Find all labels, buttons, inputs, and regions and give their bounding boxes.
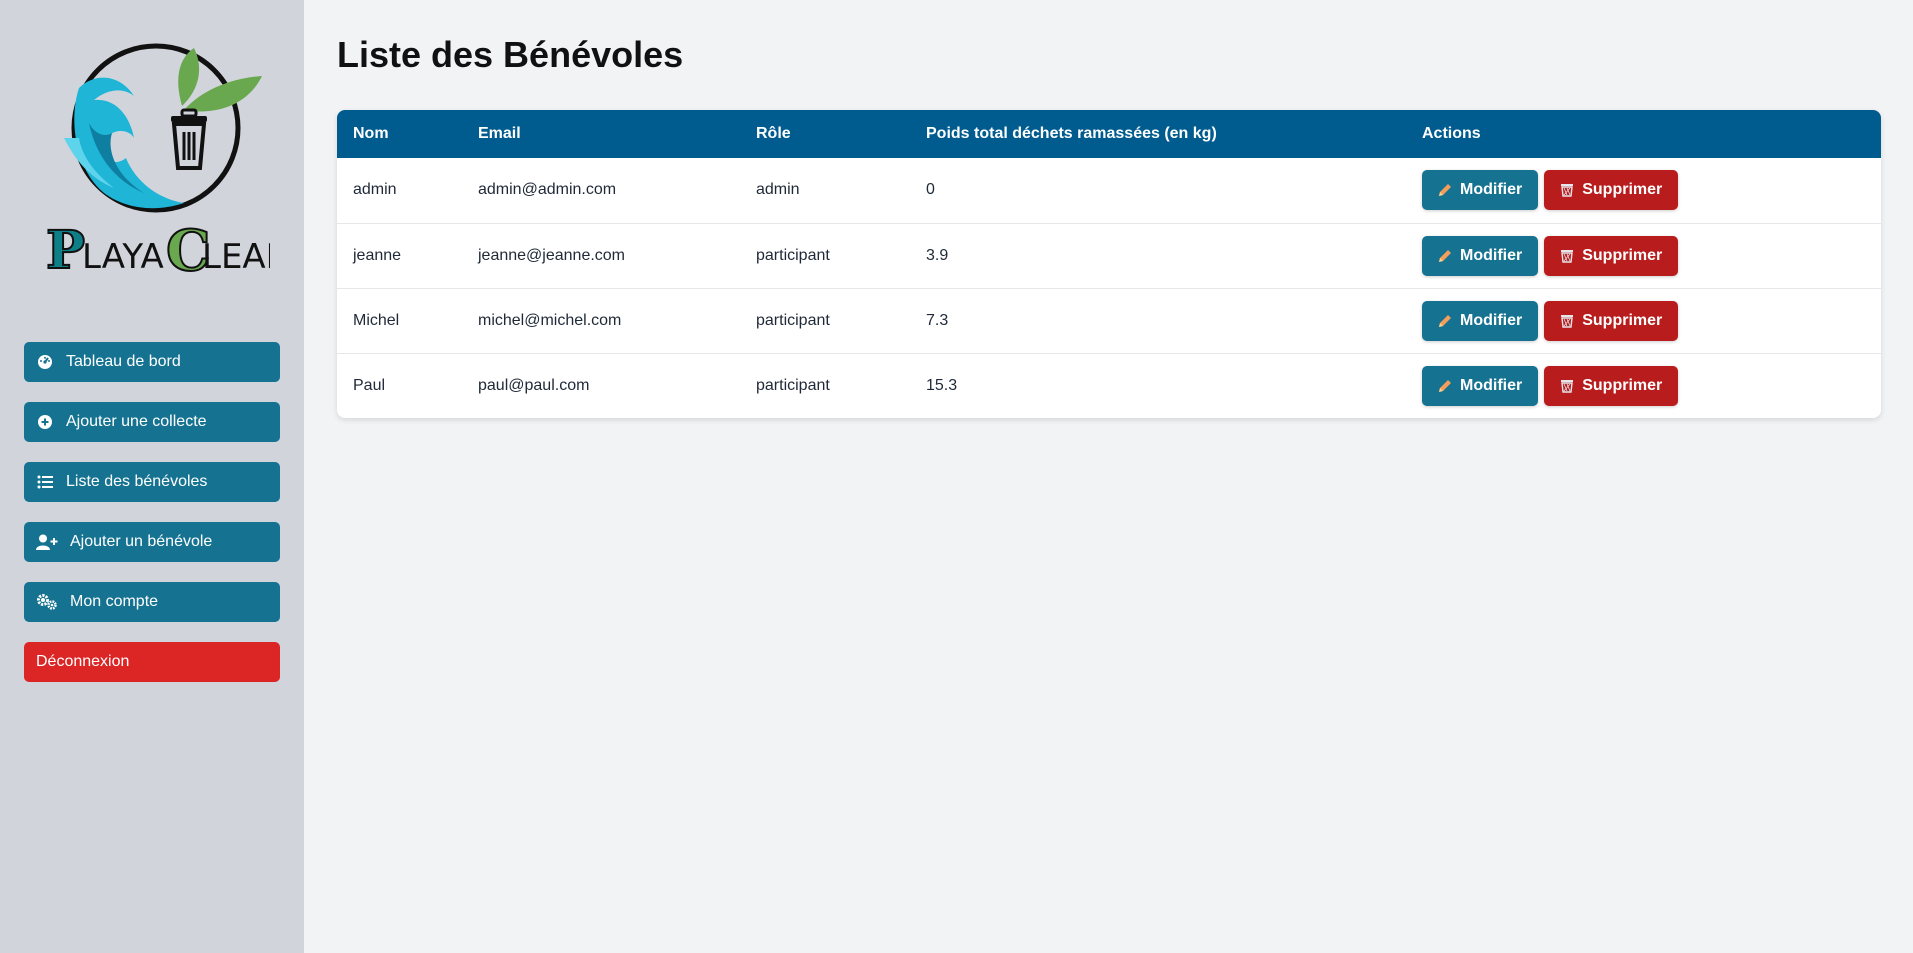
edit-button[interactable]: Modifier — [1422, 300, 1539, 341]
edit-button[interactable]: Modifier — [1422, 365, 1539, 406]
cell-actions: Modifier Supprimer — [1406, 288, 1881, 353]
wastebasket-icon — [1561, 184, 1574, 197]
playaclean-logo: P LAYA C LEAN — [45, 43, 270, 278]
nav-dashboard[interactable]: Tableau de bord — [24, 342, 280, 382]
pencil-icon — [1439, 379, 1451, 392]
dashboard-gauge-icon — [36, 353, 54, 371]
delete-button-label: Supprimer — [1582, 181, 1663, 199]
cell-poids: 3.9 — [926, 246, 949, 264]
edit-button[interactable]: Modifier — [1422, 170, 1539, 211]
edit-button[interactable]: Modifier — [1422, 235, 1539, 276]
cell-nom: jeanne — [353, 246, 402, 264]
nav-list-benevoles[interactable]: Liste des bénévoles — [24, 462, 280, 502]
nav-add-benevole[interactable]: Ajouter un bénévole — [24, 522, 280, 562]
user-plus-icon — [36, 533, 58, 551]
pencil-icon — [1439, 184, 1451, 197]
logout-button[interactable]: Déconnexion — [24, 642, 280, 682]
delete-button[interactable]: Supprimer — [1544, 170, 1679, 211]
header-nom: Nom — [353, 125, 389, 142]
plus-circle-icon — [36, 413, 54, 431]
cell-nom: admin — [353, 181, 397, 199]
cell-poids: 7.3 — [926, 311, 949, 329]
table-row: Paul paul@paul.com participant 15.3 Modi… — [337, 353, 1881, 418]
page-title: Liste des Bénévoles — [337, 34, 684, 75]
table-header-row: Nom Email Rôle Poids total déchets ramas… — [337, 110, 1881, 158]
delete-button-label: Supprimer — [1582, 311, 1663, 329]
nav-dashboard-label: Tableau de bord — [66, 353, 181, 370]
app: P LAYA C LEAN Tableau de bord Ajouter un… — [0, 0, 1913, 953]
header-email: Email — [478, 125, 521, 142]
edit-button-label: Modifier — [1460, 311, 1523, 329]
table-row: Michel michel@michel.com participant 7.3… — [337, 288, 1881, 353]
delete-button-label: Supprimer — [1582, 246, 1663, 264]
wastebasket-icon — [1561, 379, 1574, 393]
table-row: jeanne jeanne@jeanne.com participant 3.9… — [337, 223, 1881, 288]
header-poids: Poids total déchets ramassées (en kg) — [926, 125, 1217, 142]
svg-text:LAYA: LAYA — [82, 237, 164, 277]
benevoles-table: Nom Email Rôle Poids total déchets ramas… — [337, 110, 1881, 418]
cell-email: michel@michel.com — [478, 311, 622, 329]
trash-can-icon — [171, 108, 207, 170]
cell-role: participant — [756, 376, 830, 394]
cell-nom: Paul — [353, 376, 386, 394]
edit-button-label: Modifier — [1460, 246, 1523, 264]
cell-email: jeanne@jeanne.com — [478, 246, 626, 264]
cell-actions: Modifier Supprimer — [1406, 353, 1881, 418]
svg-text:P: P — [46, 220, 85, 278]
pencil-icon — [1439, 249, 1451, 262]
edit-button-label: Modifier — [1460, 376, 1523, 394]
cell-actions: Modifier Supprimer — [1406, 158, 1881, 223]
delete-button[interactable]: Supprimer — [1544, 235, 1679, 276]
main-content: Liste des Bénévoles Nom Email Rôle Poids… — [304, 0, 1913, 953]
pencil-icon — [1439, 314, 1451, 327]
nav-list-benevoles-label: Liste des bénévoles — [66, 473, 208, 490]
nav-mon-compte-label: Mon compte — [70, 593, 159, 610]
table-row: admin admin@admin.com admin 0 Modifier S… — [337, 158, 1881, 223]
cell-role: admin — [756, 181, 800, 199]
edit-button-label: Modifier — [1460, 181, 1523, 199]
delete-button[interactable]: Supprimer — [1544, 365, 1679, 406]
wastebasket-icon — [1561, 314, 1574, 328]
delete-button[interactable]: Supprimer — [1544, 300, 1679, 341]
svg-text:LEAN: LEAN — [202, 237, 270, 277]
cell-poids: 15.3 — [926, 376, 958, 394]
benevoles-table-card: Nom Email Rôle Poids total déchets ramas… — [337, 110, 1881, 418]
cell-email: paul@paul.com — [478, 376, 590, 394]
nav-add-benevole-label: Ajouter un bénévole — [70, 533, 213, 550]
nav-add-collecte-label: Ajouter une collecte — [66, 413, 207, 430]
cell-actions: Modifier Supprimer — [1406, 223, 1881, 288]
header-actions: Actions — [1422, 125, 1481, 142]
cell-role: participant — [756, 311, 830, 329]
nav-add-collecte[interactable]: Ajouter une collecte — [24, 402, 280, 442]
wastebasket-icon — [1561, 249, 1574, 263]
nav-mon-compte[interactable]: Mon compte — [24, 582, 280, 622]
cell-email: admin@admin.com — [478, 181, 617, 199]
sidebar: P LAYA C LEAN Tableau de bord Ajouter un… — [0, 0, 304, 953]
cell-nom: Michel — [353, 311, 400, 329]
header-role: Rôle — [756, 125, 791, 142]
logout-label: Déconnexion — [36, 653, 130, 670]
list-icon — [36, 473, 54, 491]
delete-button-label: Supprimer — [1582, 376, 1663, 394]
gears-icon — [36, 593, 58, 611]
cell-poids: 0 — [926, 181, 935, 199]
cell-role: participant — [756, 246, 830, 264]
